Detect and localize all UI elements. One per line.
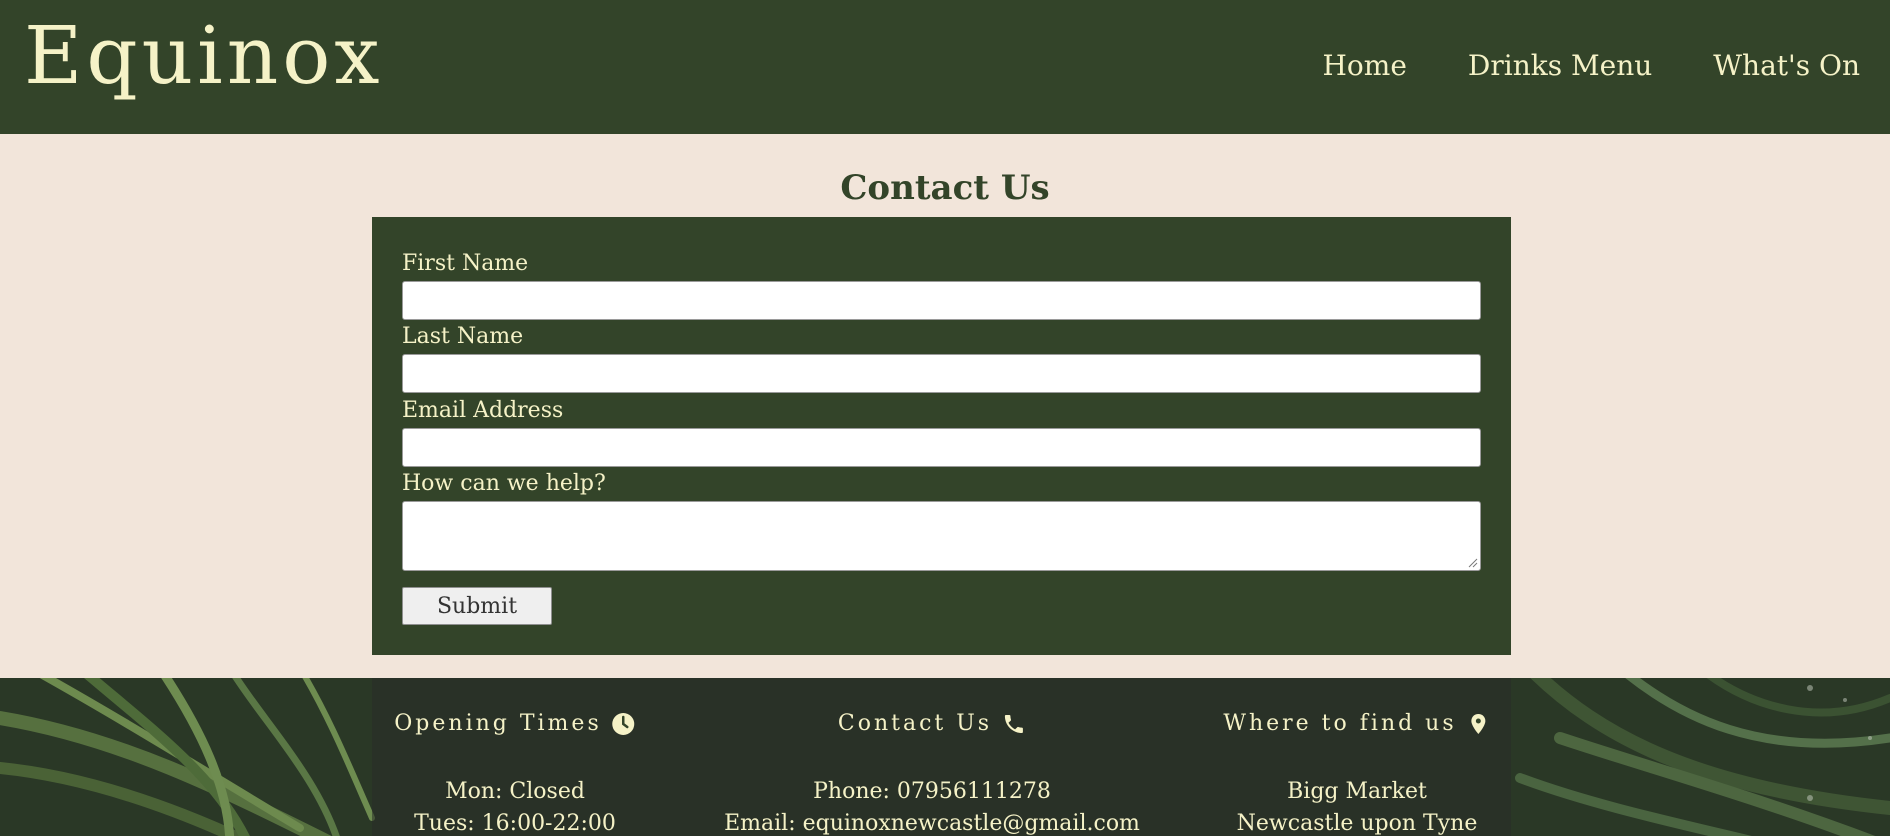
opening-line: Tues: 16:00-22:00 [414, 811, 616, 836]
main-nav: Home Drinks Menu What's On [1323, 44, 1861, 88]
first-name-input[interactable] [402, 281, 1481, 320]
opening-line: Mon: Closed [445, 779, 585, 804]
contact-email[interactable]: Email: equinoxnewcastle@gmail.com [724, 808, 1140, 836]
first-name-label: First Name [402, 251, 529, 276]
help-textarea[interactable] [402, 501, 1481, 571]
contact-form: First Name Last Name Email Address How c… [372, 217, 1511, 655]
contact-heading-text: Contact Us [837, 711, 993, 736]
phone-icon [1005, 715, 1024, 733]
site-logo[interactable]: Equinox [24, 6, 384, 106]
location-heading-text: Where to find us [1223, 711, 1457, 736]
last-name-label: Last Name [402, 324, 524, 349]
opening-times-heading-text: Opening Times [394, 711, 602, 736]
help-label: How can we help? [402, 471, 606, 496]
page-title: Contact Us [840, 168, 1050, 208]
location-line: Newcastle upon Tyne [1236, 811, 1478, 836]
email-input[interactable] [402, 428, 1481, 467]
nav-whats-on-link[interactable]: What's On [1713, 44, 1860, 88]
contact-heading: Contact Us [838, 706, 1026, 742]
email-label: Email Address [402, 398, 564, 423]
nav-drinks-menu-link[interactable]: Drinks Menu [1468, 44, 1652, 88]
location-heading: Where to find us [1223, 706, 1490, 742]
location-line: Bigg Market [1287, 779, 1427, 804]
contact-phone: Phone: 07956111278 [813, 779, 1051, 804]
site-header: Equinox Home Drinks Menu What's On [0, 0, 1890, 134]
map-pin-icon [1471, 714, 1486, 734]
submit-button[interactable]: Submit [402, 587, 552, 625]
nav-home-link[interactable]: Home [1323, 44, 1407, 88]
clock-icon [612, 713, 635, 735]
last-name-input[interactable] [402, 354, 1481, 393]
site-footer: Opening Times Mon: Closed Tues: 16:00-22… [0, 678, 1890, 836]
opening-times-heading: Opening Times [394, 706, 635, 742]
resize-handle-icon[interactable] [1468, 558, 1478, 568]
